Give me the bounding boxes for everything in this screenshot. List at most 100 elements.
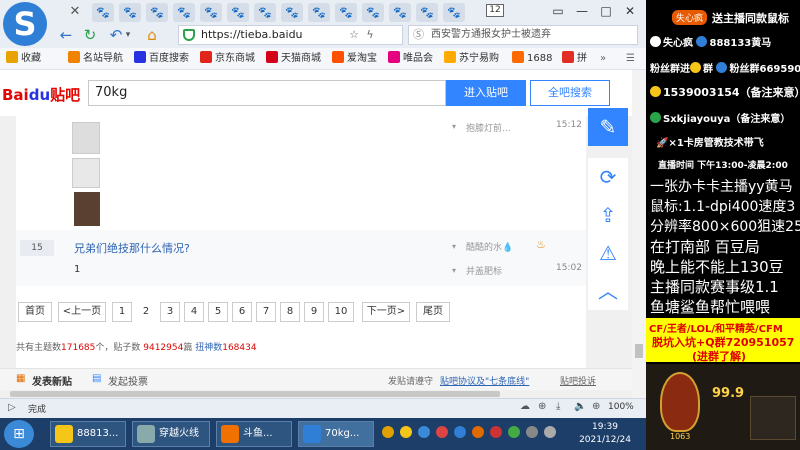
- scroll-thumb[interactable]: [635, 344, 643, 358]
- taskbar-app[interactable]: 88813...: [50, 421, 126, 447]
- search-bar[interactable]: Ⓢ 西安警方通报女护士被遗弃: [408, 25, 638, 45]
- tray-icon[interactable]: [490, 426, 502, 438]
- edit-post-icon[interactable]: ✎: [588, 108, 628, 146]
- tab-paw-icon[interactable]: 🐾: [389, 3, 411, 22]
- browser-logo[interactable]: S: [3, 2, 47, 46]
- close-tab-icon[interactable]: ✕: [67, 3, 83, 21]
- taskbar-app[interactable]: 斗鱼...: [216, 421, 292, 447]
- tray-icon[interactable]: [382, 426, 394, 438]
- tieba-logo[interactable]: Baidu贴吧: [2, 84, 80, 105]
- tray-icon[interactable]: [436, 426, 448, 438]
- horizontal-scrollbar[interactable]: [0, 390, 632, 398]
- bookmark-baidu[interactable]: 百度搜索: [134, 50, 189, 68]
- bookmark-1688[interactable]: 1688: [512, 50, 552, 68]
- bookmark-taobao[interactable]: 爱淘宝: [332, 50, 377, 68]
- tab-paw-icon[interactable]: 🐾: [281, 3, 303, 22]
- window-skin-button[interactable]: ▭: [548, 2, 568, 20]
- tieba-search-input[interactable]: 70kg: [88, 80, 446, 106]
- tab-paw-icon[interactable]: 🐾: [92, 3, 114, 22]
- page-number[interactable]: 6: [232, 302, 252, 322]
- home-icon[interactable]: ⌂: [142, 25, 162, 45]
- enter-tieba-button[interactable]: 进入贴吧: [446, 80, 526, 106]
- refresh-icon[interactable]: ⟳: [588, 158, 628, 196]
- bookmark-jd[interactable]: 京东商城: [200, 50, 255, 68]
- tab-paw-icon[interactable]: 🐾: [146, 3, 168, 22]
- back-to-top-icon[interactable]: ︿: [588, 272, 628, 310]
- thread-thumbnail[interactable]: [74, 192, 100, 226]
- last-reply-author[interactable]: 并盖肥标: [466, 264, 502, 277]
- scroll-thumb[interactable]: [10, 391, 500, 397]
- undo-dropdown-icon[interactable]: ▾: [118, 25, 138, 45]
- tab-paw-icon[interactable]: 🐾: [119, 3, 141, 22]
- page-last[interactable]: 尾页: [416, 302, 450, 322]
- tray-icon[interactable]: [400, 426, 412, 438]
- tab-paw-icon[interactable]: 🐾: [173, 3, 195, 22]
- share-icon[interactable]: ⇪: [588, 196, 628, 234]
- taskbar-clock[interactable]: 19:39 2021/12/24: [570, 421, 640, 447]
- window-minimize-button[interactable]: —: [572, 2, 592, 20]
- page-number[interactable]: 4: [184, 302, 204, 322]
- bookmark-nav[interactable]: 名站导航: [68, 50, 123, 68]
- bookmark-favorites[interactable]: 收藏: [6, 50, 41, 68]
- bookmark-pdd[interactable]: 拼: [562, 50, 587, 68]
- status-bar: ▷ 完成 ☁ ⊕ ⤓ 🔈 ⊕ 100%: [0, 398, 646, 418]
- tab-count-badge[interactable]: 12: [486, 4, 504, 17]
- last-reply-author[interactable]: 抱膝灯前...: [466, 121, 511, 134]
- status-pane-icon[interactable]: ▷: [8, 402, 16, 413]
- window-maximize-button[interactable]: □: [596, 2, 616, 20]
- tieba-report-link[interactable]: 贴吧投诉: [560, 374, 596, 387]
- tab-paw-icon[interactable]: 🐾: [200, 3, 222, 22]
- start-button[interactable]: ⊞: [4, 420, 34, 448]
- search-all-button[interactable]: 全吧搜索: [530, 80, 610, 106]
- bookmark-tmall[interactable]: 天猫商城: [266, 50, 321, 68]
- tieba-agreement-link[interactable]: 贴吧协议及"七条底线": [440, 374, 529, 387]
- page-number[interactable]: 10: [328, 302, 354, 322]
- bookmarks-more-icon[interactable]: »: [600, 50, 606, 68]
- report-icon[interactable]: ⚠: [588, 234, 628, 272]
- tab-paw-icon[interactable]: 🐾: [416, 3, 438, 22]
- page-number[interactable]: 1: [112, 302, 132, 322]
- page-number[interactable]: 5: [208, 302, 228, 322]
- tab-paw-icon[interactable]: 🐾: [227, 3, 249, 22]
- volume-icon[interactable]: [544, 426, 556, 438]
- thread-thumbnail[interactable]: [72, 158, 100, 188]
- download-icon[interactable]: ⤓: [556, 401, 560, 412]
- page-number[interactable]: 9: [304, 302, 324, 322]
- thread-thumbnail[interactable]: [72, 122, 100, 154]
- speed-icon[interactable]: ☁: [520, 401, 530, 412]
- page-first[interactable]: 首页: [18, 302, 52, 322]
- tab-paw-icon[interactable]: 🐾: [443, 3, 465, 22]
- bookmark-vip[interactable]: 唯品会: [388, 50, 433, 68]
- notify-icon[interactable]: ⊕: [538, 401, 546, 412]
- taskbar-app-active[interactable]: 70kg...: [298, 421, 374, 447]
- back-arrow-icon[interactable]: ←: [56, 25, 76, 45]
- zoom-level[interactable]: 100%: [608, 402, 634, 412]
- page-next[interactable]: 下一页>: [362, 302, 410, 322]
- tab-paw-icon[interactable]: 🐾: [335, 3, 357, 22]
- thread-title[interactable]: 兄弟们绝技那什么情况?: [74, 240, 190, 256]
- star-icon[interactable]: ☆: [344, 25, 364, 45]
- volume-icon[interactable]: 🔈: [574, 401, 586, 412]
- window-close-button[interactable]: ✕: [620, 2, 640, 20]
- streamer-badge: 失心疯: [672, 10, 708, 25]
- bookmark-suning[interactable]: 苏宁易购: [444, 50, 499, 68]
- post-new-button[interactable]: 发表新贴: [32, 373, 72, 388]
- tray-icon[interactable]: [418, 426, 430, 438]
- page-number[interactable]: 7: [256, 302, 276, 322]
- tray-icon[interactable]: [454, 426, 466, 438]
- thread-author[interactable]: 酷酷的水💧: [466, 240, 513, 253]
- vertical-scrollbar[interactable]: [632, 70, 646, 398]
- refresh-icon[interactable]: ↻: [80, 25, 100, 45]
- tab-paw-icon[interactable]: 🐾: [308, 3, 330, 22]
- taskbar-app[interactable]: 穿越火线: [132, 421, 210, 447]
- tab-paw-icon[interactable]: 🐾: [254, 3, 276, 22]
- page-number[interactable]: 8: [280, 302, 300, 322]
- bookmarks-menu-icon[interactable]: ☰: [626, 50, 635, 68]
- tray-icon[interactable]: [508, 426, 520, 438]
- page-number[interactable]: 3: [160, 302, 180, 322]
- network-icon[interactable]: [526, 426, 538, 438]
- tab-paw-icon[interactable]: 🐾: [362, 3, 384, 22]
- tray-icon[interactable]: [472, 426, 484, 438]
- page-prev[interactable]: <上一页: [58, 302, 106, 322]
- post-vote-button[interactable]: 发起投票: [108, 373, 148, 388]
